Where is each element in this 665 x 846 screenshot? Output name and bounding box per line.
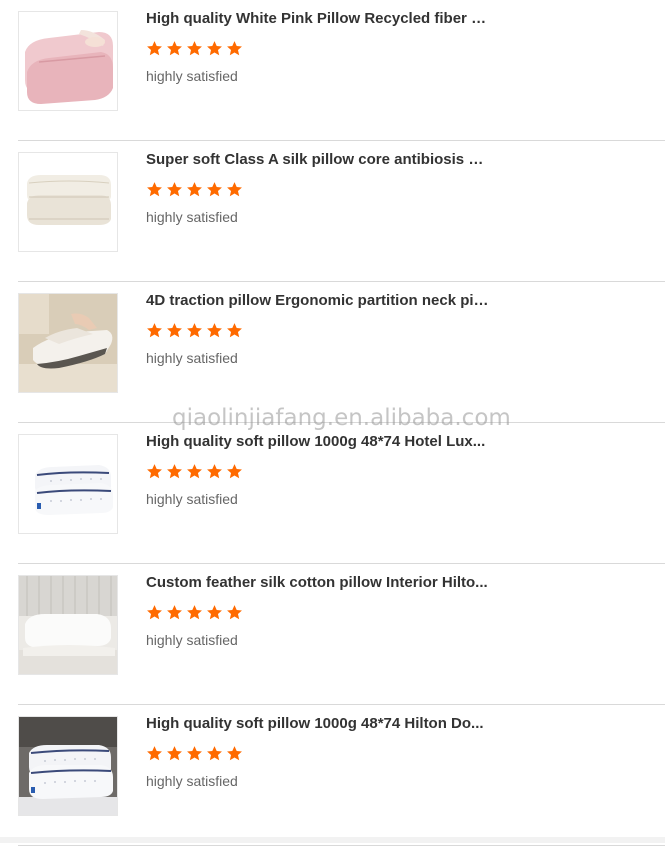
star-icon [226,181,243,198]
cream-pillow-image [19,153,117,251]
neck-pillow-image [19,294,117,392]
product-title[interactable]: 4D traction pillow Ergonomic partition n… [146,291,491,311]
star-icon [206,322,223,339]
star-icon [166,322,183,339]
list-item[interactable]: High quality soft pillow 1000g 48*74 Hot… [0,423,665,564]
list-item[interactable]: High quality White Pink Pillow Recycled … [0,0,665,141]
star-icon [186,745,203,762]
product-thumbnail[interactable] [18,434,118,534]
hotel-pillow-image [19,435,117,533]
star-icon [146,604,163,621]
star-icon [146,322,163,339]
star-icon [186,604,203,621]
star-icon [146,463,163,480]
star-icon [146,745,163,762]
pink-pillow-image [19,12,117,110]
star-icon [146,181,163,198]
star-icon [166,181,183,198]
product-thumbnail[interactable] [18,152,118,252]
feather-pillow-image [19,576,117,674]
star-icon [206,40,223,57]
star-icon [206,604,223,621]
product-title[interactable]: High quality soft pillow 1000g 48*74 Hot… [146,432,491,452]
review-text: highly satisfied [146,491,238,507]
star-icon [226,604,243,621]
star-icon [166,604,183,621]
star-icon [186,463,203,480]
star-rating [146,604,243,622]
star-icon [166,745,183,762]
star-icon [186,322,203,339]
star-icon [226,745,243,762]
product-title[interactable]: High quality White Pink Pillow Recycled … [146,9,491,29]
star-icon [146,40,163,57]
star-icon [166,463,183,480]
product-thumbnail[interactable] [18,293,118,393]
review-text: highly satisfied [146,209,238,225]
bottom-strip [0,837,665,843]
review-text: highly satisfied [146,68,238,84]
product-thumbnail[interactable] [18,575,118,675]
star-rating [146,40,243,58]
product-thumbnail[interactable] [18,716,118,816]
review-text: highly satisfied [146,773,238,789]
star-icon [166,40,183,57]
review-text: highly satisfied [146,632,238,648]
star-icon [226,40,243,57]
star-icon [226,322,243,339]
list-item[interactable]: 4D traction pillow Ergonomic partition n… [0,282,665,423]
list-item[interactable]: Custom feather silk cotton pillow Interi… [0,564,665,705]
list-item[interactable]: High quality soft pillow 1000g 48*74 Hil… [0,705,665,846]
star-icon [206,745,223,762]
star-rating [146,181,243,199]
star-icon [206,181,223,198]
product-title[interactable]: Custom feather silk cotton pillow Interi… [146,573,491,593]
star-icon [186,181,203,198]
product-review-list: High quality White Pink Pillow Recycled … [0,0,665,846]
product-thumbnail[interactable] [18,11,118,111]
star-rating [146,745,243,763]
star-icon [226,463,243,480]
list-item[interactable]: Super soft Class A silk pillow core anti… [0,141,665,282]
product-title[interactable]: High quality soft pillow 1000g 48*74 Hil… [146,714,491,734]
product-title[interactable]: Super soft Class A silk pillow core anti… [146,150,491,170]
star-rating [146,463,243,481]
review-text: highly satisfied [146,350,238,366]
star-icon [206,463,223,480]
star-icon [186,40,203,57]
star-rating [146,322,243,340]
hilton-pillow-image [19,717,117,815]
